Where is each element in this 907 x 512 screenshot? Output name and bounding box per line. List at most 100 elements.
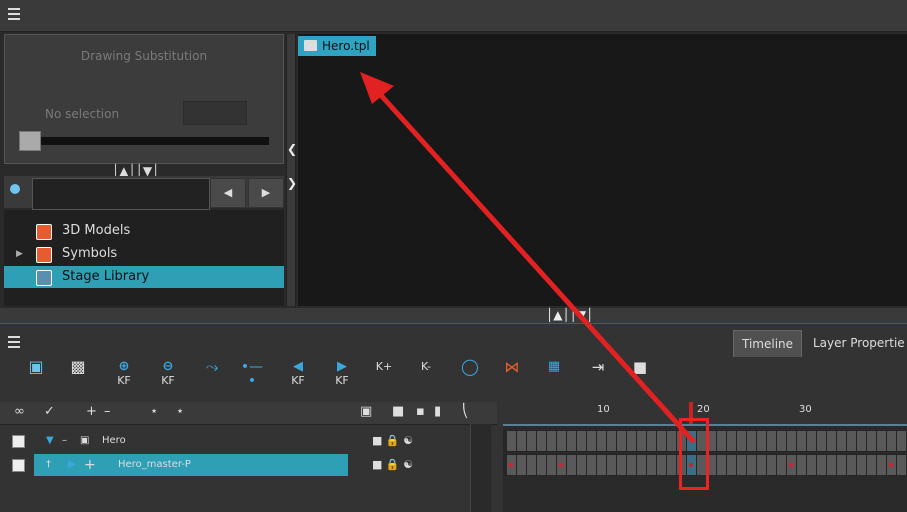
frame-cell[interactable] xyxy=(727,431,736,451)
layer-row-hero-master-p[interactable]: † ▶ + Hero_master-P ■ 🔒 ☯ xyxy=(6,454,470,476)
substitution-slider-track[interactable] xyxy=(19,137,269,145)
frame-cell[interactable] xyxy=(847,431,856,451)
previous-button[interactable]: ◀ xyxy=(210,178,246,208)
frame-cell[interactable] xyxy=(547,431,556,451)
frame-cell[interactable] xyxy=(857,455,866,475)
clear-exposure-icon[interactable]: ■ xyxy=(626,360,654,392)
frame-cell[interactable] xyxy=(577,455,586,475)
frame-cell[interactable] xyxy=(877,455,886,475)
expand-right-icon[interactable]: ❯ xyxy=(287,176,297,190)
frame-cell[interactable] xyxy=(827,455,836,475)
frame-cell[interactable] xyxy=(857,431,866,451)
frame-cell[interactable] xyxy=(817,431,826,451)
substitution-slider-handle[interactable] xyxy=(19,131,41,151)
frame-cell[interactable] xyxy=(597,431,606,451)
add-layer-icon[interactable]: + xyxy=(86,404,97,419)
frame-cell[interactable] xyxy=(587,431,596,451)
expand-triangle-icon[interactable]: ▼ xyxy=(46,430,54,452)
tween-icon[interactable]: ⋈ xyxy=(498,360,526,392)
frame-cell[interactable] xyxy=(877,431,886,451)
frame-cell[interactable] xyxy=(747,431,756,451)
frame-cell[interactable] xyxy=(647,431,656,451)
frame-cell[interactable] xyxy=(897,455,906,475)
frame-cell[interactable] xyxy=(527,455,536,475)
collapse-left-icon[interactable]: ❮ xyxy=(287,142,297,156)
vertical-splitter[interactable]: ❮ ❯ xyxy=(286,34,297,306)
frame-cell[interactable] xyxy=(767,455,776,475)
expand-collapse-icon[interactable]: ⎝ xyxy=(462,404,469,419)
add-keyframe-button[interactable]: ⊕ KF xyxy=(110,360,138,392)
layer-enable-checkbox[interactable] xyxy=(12,435,25,448)
check-icon[interactable]: ✓ xyxy=(44,404,55,419)
frame-cell[interactable] xyxy=(557,431,566,451)
frame-cell[interactable] xyxy=(777,455,786,475)
frame-cell[interactable] xyxy=(817,455,826,475)
frame-cell[interactable] xyxy=(627,455,636,475)
frame-cell[interactable] xyxy=(537,431,546,451)
frame-cell[interactable] xyxy=(627,431,636,451)
frame-cell[interactable] xyxy=(657,455,666,475)
tree-item-3d-models[interactable]: 3D Models xyxy=(4,220,284,242)
tab-timeline[interactable]: Timeline xyxy=(733,330,803,357)
frame-cell[interactable] xyxy=(667,431,676,451)
color-toggle-icon[interactable]: ▮ xyxy=(434,404,441,419)
frame-cell[interactable] xyxy=(727,455,736,475)
frame-cell[interactable] xyxy=(607,455,616,475)
frame-cell[interactable] xyxy=(577,431,586,451)
next-keyframe-button[interactable]: ▶ KF xyxy=(328,360,356,392)
substitution-field[interactable] xyxy=(183,101,247,125)
frame-cell[interactable] xyxy=(507,431,516,451)
frame-cell[interactable] xyxy=(867,431,876,451)
horizontal-splitter[interactable]: │▲││▼│ xyxy=(0,308,907,324)
previous-keyframe-button[interactable]: ◀ KF xyxy=(284,360,312,392)
frame-cell[interactable] xyxy=(867,455,876,475)
onion-skin-icon[interactable]: ◯ xyxy=(456,359,484,392)
remove-layer-icon[interactable]: – xyxy=(104,404,111,419)
timeline-menu-icon[interactable] xyxy=(8,336,20,348)
frame-cell[interactable] xyxy=(717,455,726,475)
onion-toggle-icon[interactable]: ∞ xyxy=(14,404,25,419)
frame-cell[interactable] xyxy=(887,431,896,451)
add-peg-layer-icon[interactable]: ▩ xyxy=(64,359,92,392)
frame-cell[interactable] xyxy=(837,455,846,475)
hamburger-menu-icon[interactable] xyxy=(8,8,20,22)
frame-cell[interactable] xyxy=(637,431,646,451)
curve-icon[interactable]: ⤳ xyxy=(198,359,226,392)
layer-enable-checkbox[interactable] xyxy=(12,459,25,472)
tree-item-symbols[interactable]: ▶ Symbols xyxy=(4,243,284,265)
layers-scrollbar[interactable] xyxy=(470,424,491,512)
frame-cell[interactable] xyxy=(807,455,816,475)
dot-toggle-icon[interactable]: ▪ xyxy=(416,404,425,419)
frame-cell[interactable] xyxy=(737,455,746,475)
line-icon[interactable]: •—• xyxy=(238,360,266,392)
frame-cell[interactable] xyxy=(527,431,536,451)
frame-cell[interactable] xyxy=(757,455,766,475)
keyframe-marker[interactable] xyxy=(509,463,513,467)
remove-key-button[interactable]: K- xyxy=(412,360,440,392)
layer-row-hero[interactable]: ▼ – ▣ Hero ■ 🔒 ☯ xyxy=(6,430,470,452)
expand-triangle-icon[interactable]: ▶ xyxy=(68,454,76,476)
keyframe-marker[interactable] xyxy=(789,463,793,467)
frame-cell[interactable] xyxy=(647,455,656,475)
add-child-icon[interactable]: ⋆ xyxy=(150,404,158,419)
frame-cell[interactable] xyxy=(827,431,836,451)
frame-cell[interactable] xyxy=(567,455,576,475)
frame-cell[interactable] xyxy=(517,455,526,475)
tree-item-stage-library[interactable]: Stage Library xyxy=(4,266,284,288)
frame-cell[interactable] xyxy=(537,455,546,475)
add-drawing-layer-icon[interactable]: ▣ xyxy=(22,359,50,392)
frame-cell[interactable] xyxy=(547,455,556,475)
add-parent-icon[interactable]: ⋆ xyxy=(176,404,184,419)
tab-layer-properties[interactable]: Layer Propertie xyxy=(805,330,907,356)
frame-cell[interactable] xyxy=(637,455,646,475)
extend-exposure-icon[interactable]: ⇥ xyxy=(584,360,612,392)
frame-cell[interactable] xyxy=(837,431,846,451)
frame-cell[interactable] xyxy=(657,431,666,451)
library-search-input[interactable] xyxy=(32,178,210,210)
frame-cell[interactable] xyxy=(767,431,776,451)
frame-cell[interactable] xyxy=(747,455,756,475)
panel-collapse-toggle-bottom[interactable]: │▲││▼│ xyxy=(546,308,593,322)
frame-cell[interactable] xyxy=(597,455,606,475)
cell-icon[interactable]: ▦ xyxy=(540,360,568,392)
frame-cell[interactable] xyxy=(797,431,806,451)
